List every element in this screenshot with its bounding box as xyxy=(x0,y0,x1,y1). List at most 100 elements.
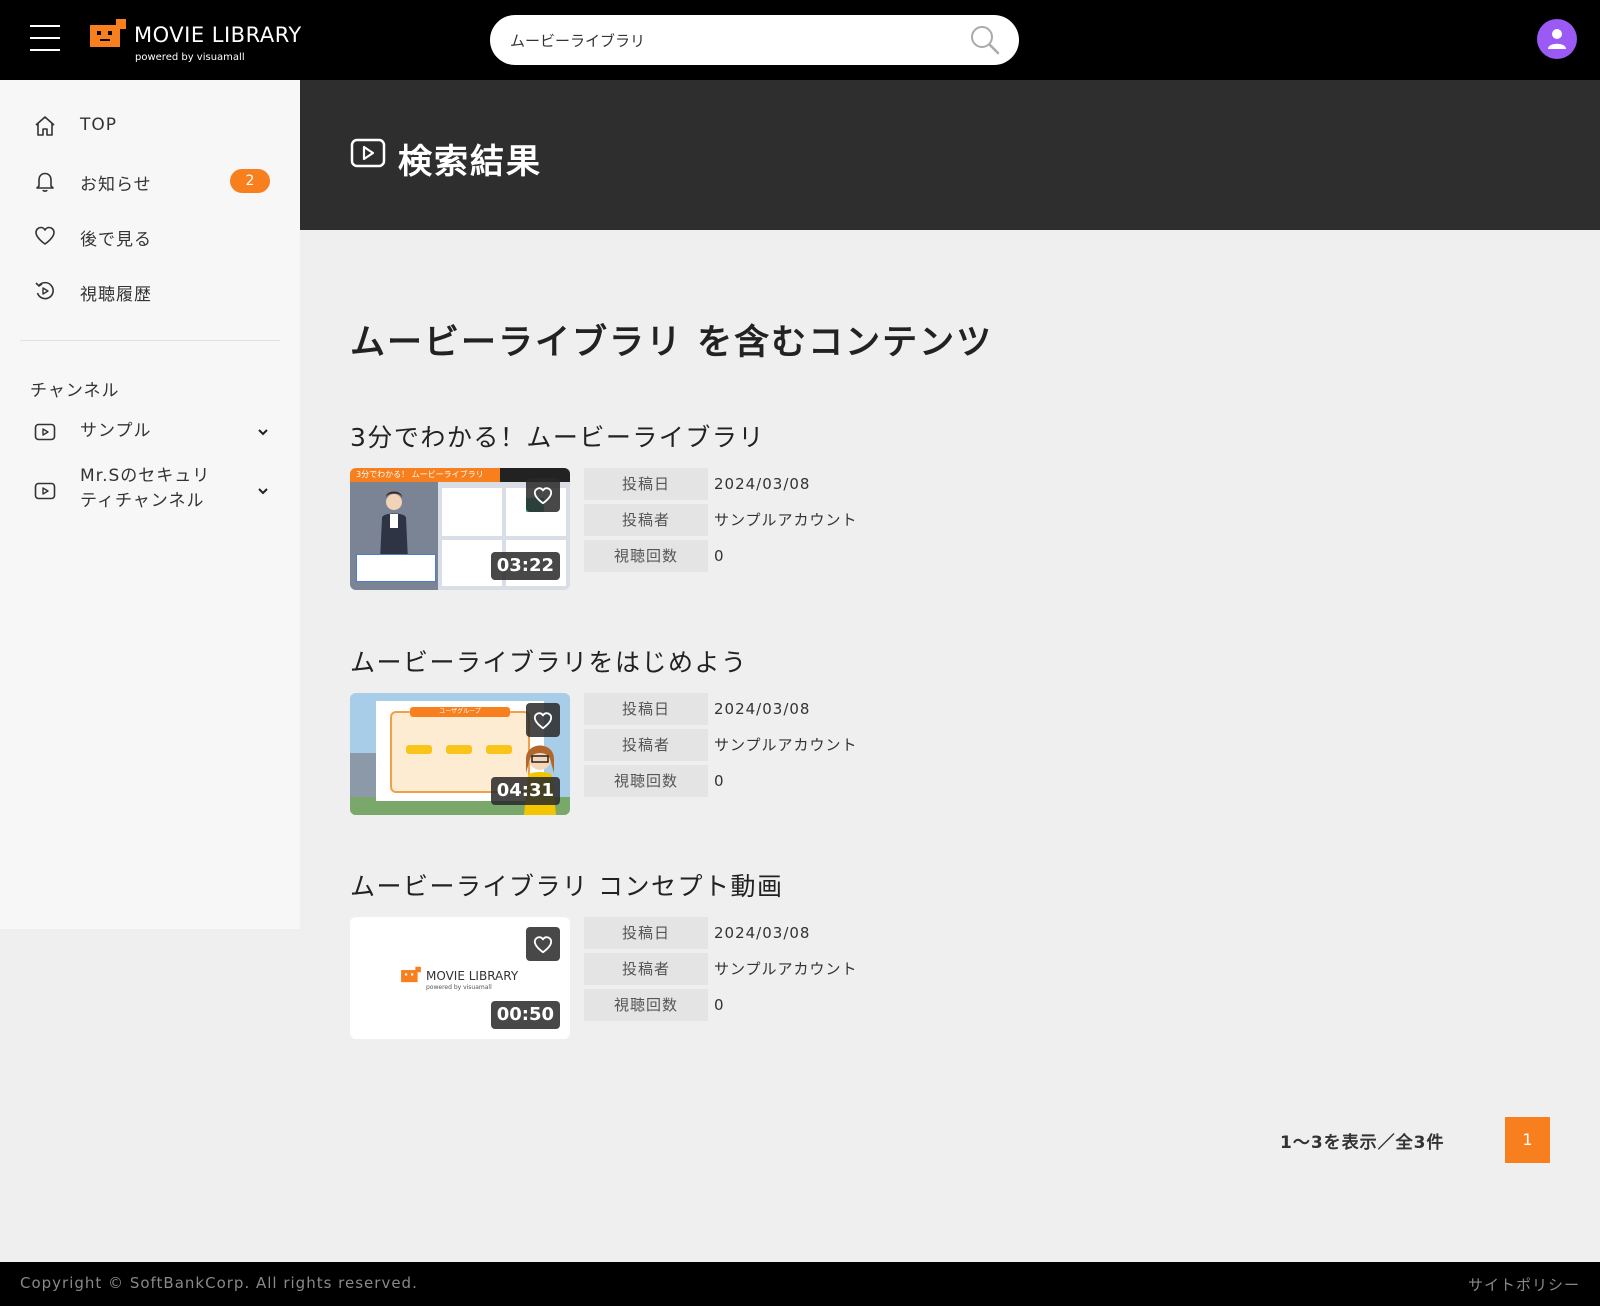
heart-icon xyxy=(533,487,553,505)
meta-key: 視聴回数 xyxy=(584,989,708,1021)
channel-label: Mr.Sのセキュリ ティチャンネル xyxy=(80,464,210,514)
meta-key: 投稿者 xyxy=(584,729,708,761)
site-logo[interactable]: MOVIE LIBRARY powered by visuamall xyxy=(88,17,303,67)
sidebar-channel-security[interactable]: Mr.Sのセキュリ ティチャンネル xyxy=(20,460,280,520)
sidebar-item-history[interactable]: 視聴履歴 xyxy=(20,268,280,312)
bell-icon xyxy=(36,172,54,192)
add-favorite-button[interactable] xyxy=(526,478,560,512)
page-banner: 検索結果 xyxy=(300,80,1600,230)
home-icon xyxy=(35,116,55,136)
meta-key: 投稿者 xyxy=(584,953,708,985)
thumb-logo-text: MOVIE LIBRARY xyxy=(426,969,519,983)
site-footer: Copyright © SoftBankCorp. All rights res… xyxy=(0,1262,1600,1306)
meta-value: サンプルアカウント xyxy=(714,511,858,529)
presenter-figure-icon xyxy=(380,491,408,560)
thumb-chip xyxy=(446,745,472,754)
heart-icon xyxy=(533,712,553,730)
sidebar-divider xyxy=(20,340,280,341)
add-favorite-button[interactable] xyxy=(526,703,560,737)
site-policy-link[interactable]: サイトポリシー xyxy=(1468,1274,1580,1295)
channel-label: サンプル xyxy=(80,421,152,441)
menu-line xyxy=(30,25,60,27)
logo-subtext: powered by visuamall xyxy=(135,52,245,63)
meta-key: 視聴回数 xyxy=(584,540,708,572)
chevron-down-icon[interactable] xyxy=(256,484,270,498)
meta-row-author: 投稿者 サンプルアカウント xyxy=(584,504,984,536)
channel-heading: チャンネル xyxy=(30,381,120,401)
thumb-speech-box xyxy=(356,554,436,582)
play-icon xyxy=(34,423,56,441)
video-thumbnail[interactable]: MOVIE LIBRARY powered by visuamall 00:50 xyxy=(350,917,570,1039)
video-title-link[interactable]: ムービーライブラリをはじめよう xyxy=(350,643,748,679)
meta-value: 0 xyxy=(714,772,725,790)
video-thumbnail[interactable]: 3分でわかる！ ムービーライブラリ 03:22 xyxy=(350,468,570,590)
meta-row-date: 投稿日 2024/03/08 xyxy=(584,468,984,500)
meta-value: 2024/03/08 xyxy=(714,475,811,493)
sidebar-channel-sample[interactable]: サンプル xyxy=(20,410,280,454)
logo-text: MOVIE LIBRARY xyxy=(134,23,302,47)
copyright-text: Copyright © SoftBankCorp. All rights res… xyxy=(20,1274,418,1292)
meta-row-date: 投稿日 2024/03/08 xyxy=(584,917,984,949)
sidebar-item-label: 視聴履歴 xyxy=(80,285,152,305)
meta-value: 2024/03/08 xyxy=(714,924,811,942)
meta-key: 投稿日 xyxy=(584,468,708,500)
search-input[interactable] xyxy=(510,27,950,53)
video-duration: 03:22 xyxy=(490,552,560,580)
search-icon[interactable] xyxy=(969,24,1001,56)
meta-value: 2024/03/08 xyxy=(714,700,811,718)
chevron-down-icon[interactable] xyxy=(256,425,270,439)
cat-logo-icon xyxy=(401,966,421,983)
history-icon xyxy=(35,281,54,300)
video-title-link[interactable]: ムービーライブラリ コンセプト動画 xyxy=(350,867,783,903)
thumb-caption: 3分でわかる！ ムービーライブラリ xyxy=(356,470,484,479)
cat-logo-icon xyxy=(90,19,126,47)
results-heading: ムービーライブラリ を含むコンテンツ xyxy=(350,323,994,363)
menu-line xyxy=(30,37,60,39)
thumb-chip xyxy=(486,745,512,754)
search-box xyxy=(490,15,1019,65)
page-title: 検索結果 xyxy=(398,142,542,182)
menu-line xyxy=(30,49,60,51)
sidebar-item-label: お知らせ xyxy=(80,175,152,195)
notification-count-badge: 2 xyxy=(230,169,270,193)
add-favorite-button[interactable] xyxy=(526,927,560,961)
sidebar-item-watch-later[interactable]: 後で見る xyxy=(20,213,280,257)
menu-toggle-button[interactable] xyxy=(30,25,60,51)
meta-key: 投稿日 xyxy=(584,693,708,725)
meta-value: サンプルアカウント xyxy=(714,960,858,978)
meta-value: 0 xyxy=(714,547,725,565)
video-item: ムービーライブラリをはじめよう ユーザグループ 04:31 投稿日 2024/0… xyxy=(350,643,1250,833)
video-duration: 00:50 xyxy=(490,1001,560,1029)
top-header: MOVIE LIBRARY powered by visuamall xyxy=(0,0,1600,80)
sidebar-item-notifications[interactable]: お知らせ 2 xyxy=(20,158,280,202)
meta-row-views: 視聴回数 0 xyxy=(584,540,984,572)
user-avatar-button[interactable] xyxy=(1537,19,1577,59)
heart-icon xyxy=(533,936,553,954)
sidebar-item-label: TOP xyxy=(80,115,118,135)
channel-label-line2: ティチャンネル xyxy=(80,491,205,511)
meta-row-author: 投稿者 サンプルアカウント xyxy=(584,729,984,761)
sidebar: TOP お知らせ 2 後で見る 視聴履歴 チャンネル サンプル Mr.Sのセキュ… xyxy=(0,80,300,929)
sidebar-item-top[interactable]: TOP xyxy=(20,103,280,147)
play-icon xyxy=(34,482,56,500)
thumb-panel xyxy=(442,488,502,536)
meta-row-views: 視聴回数 0 xyxy=(584,765,984,797)
thumb-caption: ユーザグループ xyxy=(410,707,510,717)
pagination-page-button[interactable]: 1 xyxy=(1505,1117,1550,1163)
heart-icon xyxy=(35,226,55,245)
thumb-chip xyxy=(406,745,432,754)
meta-key: 投稿日 xyxy=(584,917,708,949)
video-duration: 04:31 xyxy=(490,777,560,805)
thumb-logo-subtext: powered by visuamall xyxy=(426,984,492,991)
video-title-link[interactable]: 3分でわかる！ムービーライブラリ xyxy=(350,418,765,454)
channel-label-line1: Mr.Sのセキュリ xyxy=(80,466,211,486)
play-icon xyxy=(350,138,386,168)
meta-row-views: 視聴回数 0 xyxy=(584,989,984,1021)
video-thumbnail[interactable]: ユーザグループ 04:31 xyxy=(350,693,570,815)
meta-row-author: 投稿者 サンプルアカウント xyxy=(584,953,984,985)
meta-value: 0 xyxy=(714,996,725,1014)
meta-value: サンプルアカウント xyxy=(714,736,858,754)
meta-row-date: 投稿日 2024/03/08 xyxy=(584,693,984,725)
meta-key: 視聴回数 xyxy=(584,765,708,797)
sidebar-item-label: 後で見る xyxy=(80,230,152,250)
